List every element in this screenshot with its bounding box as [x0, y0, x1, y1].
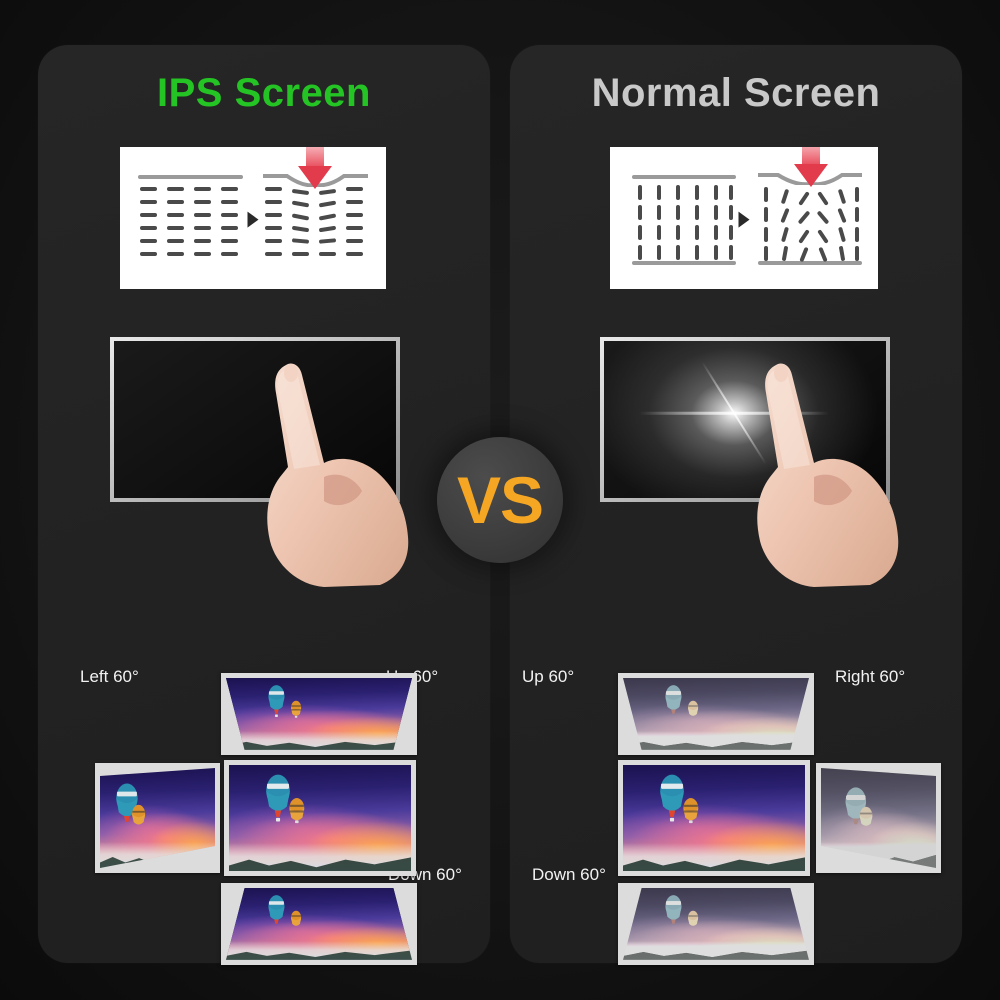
crystal-group-ordered [138, 175, 243, 265]
crystal-group-pressed [758, 173, 862, 265]
panel-title-normal: Normal Screen [591, 71, 881, 115]
angle-label-down: Down 60° [532, 865, 606, 884]
thumbnail-up [618, 673, 814, 755]
vs-label: VS [456, 463, 544, 537]
pressure-arrow-icon [298, 147, 332, 189]
panel-ips-screen: IPS Screen Left 60° 60° Down 60° [38, 45, 490, 965]
angle-label-left: Left 60° [80, 667, 139, 686]
screen-frame [600, 337, 890, 502]
pressure-arrow-icon [794, 147, 828, 187]
thumbnail-front [618, 760, 810, 876]
angle-label-up: Up 60° [522, 667, 575, 686]
liquid-crystal-diagram-normal [610, 147, 878, 289]
vs-badge: VS [437, 437, 563, 563]
thumbnail-down [618, 883, 814, 965]
transition-arrow-icon [738, 211, 750, 228]
thumbnail-front [224, 760, 416, 876]
thumbnail-left [95, 763, 220, 873]
screen-frame [110, 337, 400, 502]
thumbnail-up [221, 673, 417, 755]
liquid-crystal-diagram-ips [120, 147, 386, 289]
panel-title-ips: IPS Screen [156, 71, 371, 115]
angle-label-right: Right 60° [835, 667, 906, 686]
touch-demo-normal [600, 337, 899, 587]
viewing-angles-ips: Left 60° Up 60° Down 60° [38, 605, 490, 965]
thumbnail-right [816, 763, 941, 873]
crystal-group-ordered [632, 175, 736, 265]
viewing-angles-normal: Up 60° Right 60° Down 60° [510, 605, 962, 965]
panel-normal-screen: Normal Screen Up 60° Right 60° Down 60° [510, 45, 962, 965]
thumbnail-down [221, 883, 417, 965]
comparison-infographic: IPS Screen Left 60° 60° Down 60° Normal … [0, 0, 1000, 1000]
pressure-glow-artifact [604, 341, 884, 498]
transition-arrow-icon [247, 211, 259, 228]
touch-demo-ips [110, 337, 409, 587]
